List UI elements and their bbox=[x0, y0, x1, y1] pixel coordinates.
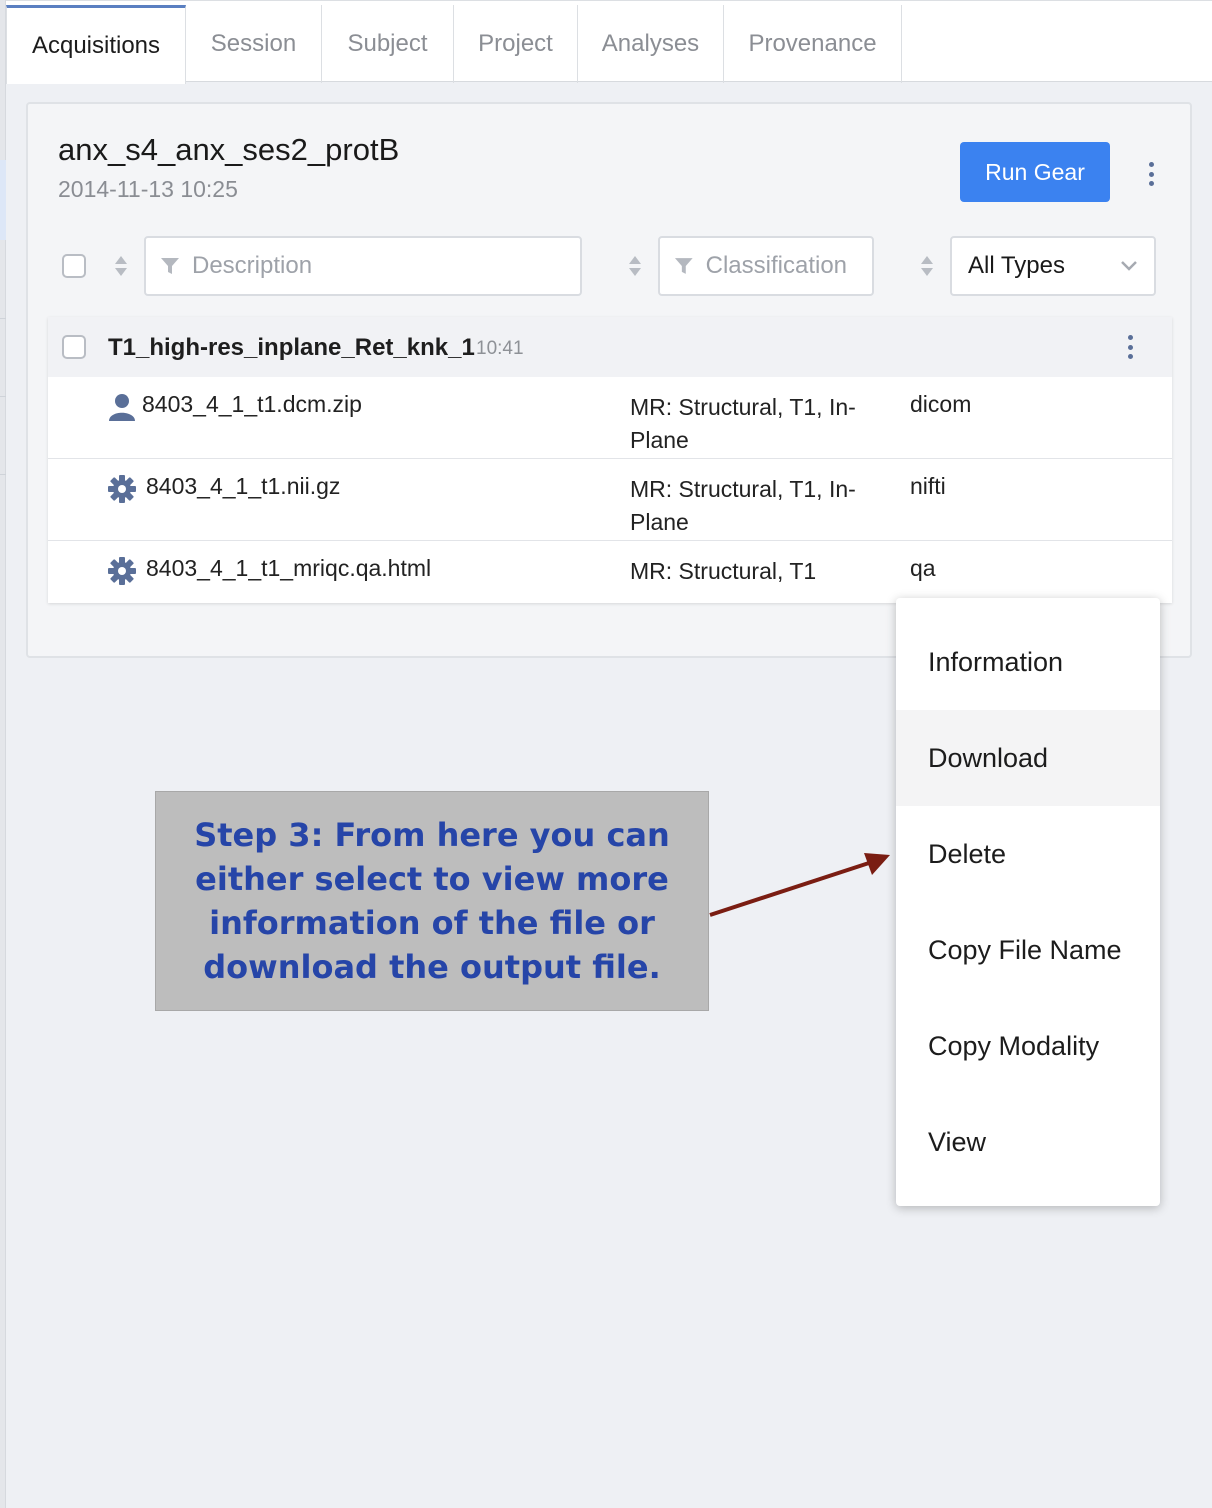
tab-provenance[interactable]: Provenance bbox=[724, 5, 902, 83]
session-panel: anx_s4_anx_ses2_protB 2014-11-13 10:25 R… bbox=[26, 102, 1192, 658]
acquisition-header: T1_high-res_inplane_Ret_knk_1 10:41 bbox=[48, 317, 1172, 377]
filter-icon bbox=[674, 258, 693, 274]
description-filter[interactable] bbox=[144, 236, 582, 296]
menu-item-view[interactable]: View bbox=[896, 1094, 1160, 1190]
acquisition-checkbox[interactable] bbox=[62, 335, 86, 359]
menu-item-download[interactable]: Download bbox=[896, 710, 1160, 806]
classification-filter[interactable] bbox=[658, 236, 874, 296]
menu-item-delete[interactable]: Delete bbox=[896, 806, 1160, 902]
acquisition-card: T1_high-res_inplane_Ret_knk_1 10:41 8403… bbox=[48, 317, 1172, 603]
sidebar-edge-highlight bbox=[0, 160, 6, 240]
file-name[interactable]: 8403_4_1_t1.nii.gz bbox=[146, 473, 340, 500]
acquisition-name[interactable]: T1_high-res_inplane_Ret_knk_1 bbox=[108, 334, 475, 362]
tab-subject[interactable]: Subject bbox=[322, 5, 454, 83]
tab-analyses[interactable]: Analyses bbox=[578, 5, 724, 83]
file-name[interactable]: 8403_4_1_t1.dcm.zip bbox=[142, 391, 362, 418]
run-gear-button[interactable]: Run Gear bbox=[960, 142, 1110, 202]
tab-acquisitions[interactable]: Acquisitions bbox=[6, 5, 186, 84]
gear-icon bbox=[108, 557, 136, 585]
classification-filter-input[interactable] bbox=[705, 252, 872, 280]
file-classification: MR: Structural, T1, In-Plane bbox=[630, 394, 856, 453]
more-options-icon[interactable] bbox=[1146, 162, 1156, 186]
acquisition-options-icon[interactable] bbox=[1125, 335, 1135, 359]
menu-item-copy-file-name[interactable]: Copy File Name bbox=[896, 902, 1160, 998]
select-all-checkbox[interactable] bbox=[62, 254, 86, 278]
file-name[interactable]: 8403_4_1_t1_mriqc.qa.html bbox=[146, 555, 431, 582]
menu-item-information[interactable]: Information bbox=[896, 614, 1160, 710]
tab-session[interactable]: Session bbox=[186, 5, 322, 83]
file-context-menu: Information Download Delete Copy File Na… bbox=[896, 598, 1160, 1206]
chevron-down-icon bbox=[1121, 261, 1137, 271]
sort-icon[interactable] bbox=[628, 255, 642, 277]
file-row[interactable]: 8403_4_1_t1.dcm.zip MR: Structural, T1, … bbox=[48, 377, 1172, 459]
file-classification: MR: Structural, T1, In-Plane bbox=[630, 476, 856, 535]
filter-icon bbox=[161, 258, 179, 274]
sort-icon[interactable] bbox=[114, 255, 128, 277]
file-row[interactable]: 8403_4_1_t1.nii.gz MR: Structural, T1, I… bbox=[48, 459, 1172, 541]
session-timestamp: 2014-11-13 10:25 bbox=[58, 176, 238, 202]
type-select-value: All Types bbox=[968, 252, 1065, 279]
type-select[interactable]: All Types bbox=[950, 236, 1156, 296]
left-sidebar-edge bbox=[0, 0, 6, 1508]
sidebar-edge-divider bbox=[0, 396, 6, 397]
acquisition-time: 10:41 bbox=[476, 338, 524, 359]
user-icon bbox=[109, 394, 135, 421]
sort-icon[interactable] bbox=[920, 255, 934, 277]
menu-item-copy-modality[interactable]: Copy Modality bbox=[896, 998, 1160, 1094]
file-classification: MR: Structural, T1 bbox=[630, 558, 817, 584]
description-filter-input[interactable] bbox=[192, 252, 540, 280]
tab-bar: Acquisitions Session Subject Project Ana… bbox=[6, 0, 1212, 84]
gear-icon bbox=[108, 475, 136, 503]
sidebar-edge-divider bbox=[0, 474, 6, 475]
page-title: anx_s4_anx_ses2_protB bbox=[58, 132, 400, 167]
annotation-callout: Step 3: From here you can either select … bbox=[155, 791, 709, 1011]
tab-project[interactable]: Project bbox=[454, 5, 578, 83]
sidebar-edge-divider bbox=[0, 318, 6, 319]
file-row[interactable]: 8403_4_1_t1_mriqc.qa.html MR: Structural… bbox=[48, 541, 1172, 603]
file-type: qa bbox=[910, 555, 936, 581]
file-type: dicom bbox=[910, 391, 972, 417]
annotation-arrow-icon bbox=[709, 853, 890, 917]
annotation-text: Step 3: From here you can either select … bbox=[194, 816, 670, 986]
file-type: nifti bbox=[910, 473, 946, 499]
